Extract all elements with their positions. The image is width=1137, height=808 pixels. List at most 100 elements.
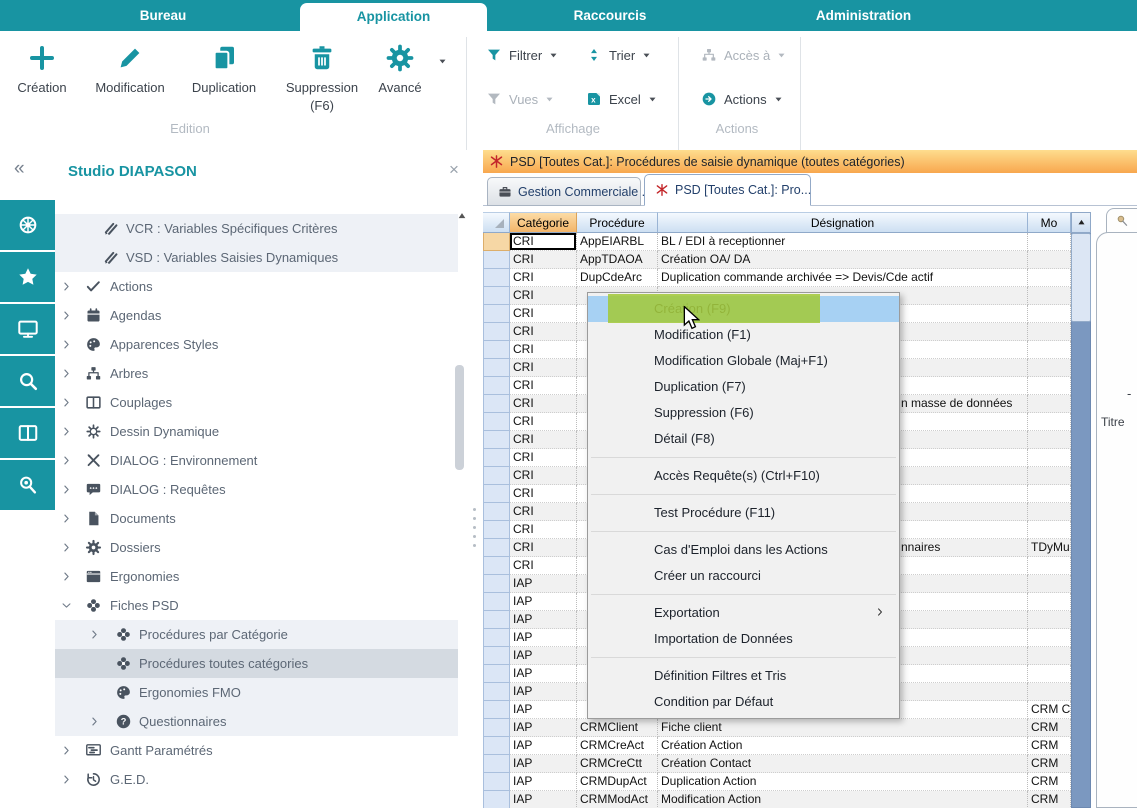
sidebar-splitter[interactable] — [467, 150, 483, 808]
rail-button-star[interactable] — [0, 252, 55, 302]
menu-item-d-finition-filtres-et-tris[interactable]: Définition Filtres et Tris — [588, 663, 899, 689]
row-selector-cell[interactable] — [483, 449, 510, 467]
menu-item-condition-par-d-faut[interactable]: Condition par Défaut — [588, 689, 899, 715]
sidebar-item-procdures[interactable]: Procédures toutes catégories — [55, 649, 458, 678]
row-selector-cell[interactable] — [483, 737, 510, 755]
cell-categorie[interactable]: CRI — [510, 251, 577, 269]
grid-scrollbar-thumb[interactable] — [1071, 233, 1091, 322]
avance-dropdown-icon[interactable] — [438, 53, 447, 71]
row-selector-cell[interactable] — [483, 413, 510, 431]
cell-modele[interactable] — [1028, 629, 1071, 647]
row-selector-cell[interactable] — [483, 773, 510, 791]
row-selector-cell[interactable] — [483, 323, 510, 341]
cell-modele[interactable] — [1028, 431, 1071, 449]
chevron-right-icon[interactable] — [61, 368, 72, 379]
chevron-right-icon[interactable] — [61, 484, 72, 495]
cell-categorie[interactable]: CRI — [510, 359, 577, 377]
trier-button[interactable]: Trier — [586, 43, 651, 67]
column-header-mo[interactable]: Mo — [1028, 212, 1071, 233]
table-row[interactable]: CRIAppEIARBLBL / EDI à receptionner — [483, 233, 1071, 251]
cell-categorie[interactable]: CRI — [510, 431, 577, 449]
cell-categorie[interactable]: CRI — [510, 377, 577, 395]
sidebar-item-vcr[interactable]: VCR : Variables Spécifiques Critères — [55, 214, 458, 243]
cell-modele[interactable]: CRM — [1028, 755, 1071, 773]
table-row[interactable]: IAPCRMDupActDuplication ActionCRM — [483, 773, 1071, 791]
cell-procedure[interactable]: CRMCreCtt — [577, 755, 658, 773]
cell-procedure[interactable]: CRMModAct — [577, 791, 658, 808]
cell-categorie[interactable]: CRI — [510, 539, 577, 557]
table-row[interactable]: CRIAppTDAOACréation OA/ DA — [483, 251, 1071, 269]
cell-modele[interactable] — [1028, 521, 1071, 539]
row-selector-cell[interactable] — [483, 575, 510, 593]
row-selector-cell[interactable] — [483, 305, 510, 323]
cell-modele[interactable] — [1028, 683, 1071, 701]
tab-raccourcis[interactable]: Raccourcis — [547, 0, 673, 31]
cell-designation[interactable]: Duplication Action — [658, 773, 1028, 791]
sidebar-item-questionnaires[interactable]: ?Questionnaires — [55, 707, 458, 736]
menu-item-exportation[interactable]: Exportation — [588, 600, 899, 626]
création-button[interactable]: Création — [4, 39, 80, 139]
menu-item-cas-d-emploi-dans-les-actions[interactable]: Cas d'Emploi dans les Actions — [588, 537, 899, 563]
chevron-right-icon[interactable] — [61, 571, 72, 582]
cell-categorie[interactable]: IAP — [510, 701, 577, 719]
sidebar-collapse-button[interactable]: « — [14, 158, 25, 180]
cell-designation[interactable]: Création Contact — [658, 755, 1028, 773]
table-select-all-cell[interactable] — [483, 212, 510, 233]
cell-modele[interactable] — [1028, 449, 1071, 467]
sidebar-item-dialog[interactable]: DIALOG : Requêtes — [55, 475, 458, 504]
cell-categorie[interactable]: IAP — [510, 755, 577, 773]
grid-scroll-up-button[interactable] — [1071, 212, 1091, 233]
menu-item-duplication-f7-[interactable]: Duplication (F7) — [588, 374, 899, 400]
avancé-button[interactable]: Avancé — [364, 39, 436, 139]
menu-item-test-proc-dure-f11-[interactable]: Test Procédure (F11) — [588, 500, 899, 526]
cell-procedure[interactable]: CRMDupAct — [577, 773, 658, 791]
cell-modele[interactable]: CRM — [1028, 773, 1071, 791]
tab-administration[interactable]: Administration — [780, 0, 947, 31]
table-row[interactable]: IAPCRMModActModification ActionCRM — [483, 791, 1071, 808]
row-selector-cell[interactable] — [483, 377, 510, 395]
sidebar-item-vsd[interactable]: VSD : Variables Saisies Dynamiques — [55, 243, 458, 272]
row-selector-cell[interactable] — [483, 467, 510, 485]
chevron-right-icon[interactable] — [61, 513, 72, 524]
row-selector-cell[interactable] — [483, 791, 510, 808]
cell-modele[interactable] — [1028, 305, 1071, 323]
sidebar-item-actions[interactable]: Actions — [55, 272, 458, 301]
tab-bureau[interactable]: Bureau — [113, 0, 213, 31]
sidebar-item-dessin[interactable]: Dessin Dynamique — [55, 417, 458, 446]
table-row[interactable]: IAPCRMCreCttCréation ContactCRM — [483, 755, 1071, 773]
cell-categorie[interactable]: IAP — [510, 611, 577, 629]
column-header-désignation[interactable]: Désignation — [658, 212, 1028, 233]
chevron-down-icon[interactable] — [61, 600, 72, 611]
cell-categorie[interactable]: CRI — [510, 395, 577, 413]
row-selector-cell[interactable] — [483, 611, 510, 629]
cell-modele[interactable] — [1028, 413, 1071, 431]
cell-categorie[interactable]: CRI — [510, 287, 577, 305]
row-selector-cell[interactable] — [483, 701, 510, 719]
menu-item-cr-er-un-raccourci[interactable]: Créer un raccourci — [588, 563, 899, 589]
sidebar-item-arbres[interactable]: Arbres — [55, 359, 458, 388]
cell-categorie[interactable]: IAP — [510, 665, 577, 683]
cell-categorie[interactable]: CRI — [510, 449, 577, 467]
row-selector-cell[interactable] — [483, 683, 510, 701]
cell-modele[interactable] — [1028, 611, 1071, 629]
menu-item-importation-de-donn-es[interactable]: Importation de Données — [588, 626, 899, 652]
sidebar-item-fiches[interactable]: Fiches PSD — [55, 591, 458, 620]
row-selector-cell[interactable] — [483, 647, 510, 665]
cell-modele[interactable]: CRM — [1028, 791, 1071, 808]
cell-procedure[interactable]: CRMCreAct — [577, 737, 658, 755]
cell-categorie[interactable]: IAP — [510, 719, 577, 737]
actions-button[interactable]: Actions — [701, 87, 783, 111]
cell-categorie[interactable]: CRI — [510, 521, 577, 539]
cell-designation[interactable]: Fiche client — [658, 719, 1028, 737]
row-selector-cell[interactable] — [483, 233, 510, 251]
sidebar-close-icon[interactable]: × — [449, 160, 459, 180]
row-selector-cell[interactable] — [483, 539, 510, 557]
sidebar-item-agendas[interactable]: Agendas — [55, 301, 458, 330]
cell-designation[interactable]: BL / EDI à receptionner — [658, 233, 1028, 251]
row-selector-cell[interactable] — [483, 485, 510, 503]
table-row[interactable]: IAPCRMClientFiche clientCRM — [483, 719, 1071, 737]
row-selector-cell[interactable] — [483, 287, 510, 305]
cell-modele[interactable] — [1028, 359, 1071, 377]
excel-button[interactable]: xExcel — [586, 87, 657, 111]
sidebar-item-ergonomies[interactable]: Ergonomies FMO — [55, 678, 458, 707]
